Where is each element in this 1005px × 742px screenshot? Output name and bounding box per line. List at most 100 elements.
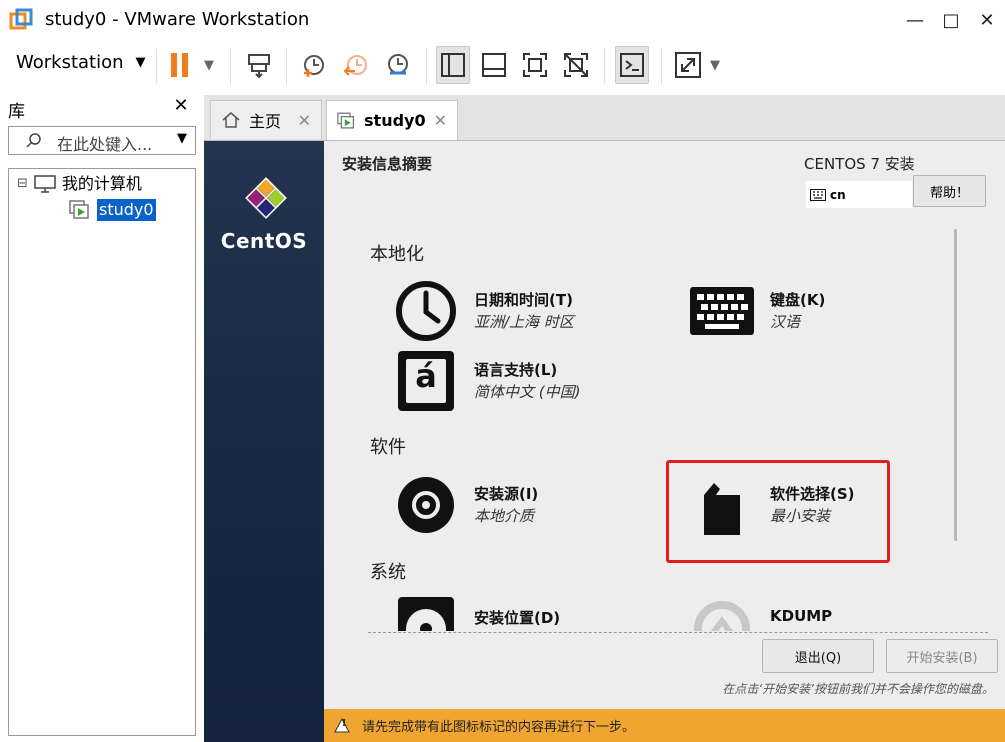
spoke-language-status: 简体中文 (中国)	[474, 383, 581, 401]
terminal-icon	[620, 53, 644, 77]
collapse-toggle-icon[interactable]: ⊟	[17, 173, 28, 195]
tab-home-close-icon[interactable]: ✕	[298, 111, 311, 130]
section-system: 系统	[370, 562, 406, 583]
highlight-box	[666, 460, 890, 563]
warning-bar: ! 请先完成带有此图标标记的内容再进行下一步。	[324, 709, 1005, 742]
help-button[interactable]: 帮助！	[913, 175, 986, 207]
spoke-install-destination[interactable]: 安装位置(D)	[394, 597, 634, 631]
disk-note: 在点击‘开始安装’按钮前我们并不会操作您的磁盘。	[722, 682, 994, 696]
keyboard-small-icon	[810, 188, 826, 201]
stretch-dropdown[interactable]: ▼	[705, 46, 725, 84]
scroll-fade-divider	[368, 632, 988, 633]
spoke-keyboard[interactable]: 键盘(K) 汉语	[690, 279, 930, 349]
spoke-language-name: 语言支持(L)	[474, 361, 558, 379]
spoke-install-source-name: 安装源(I)	[474, 485, 539, 503]
show-thumbnail-bar-button[interactable]	[477, 46, 511, 84]
disc-icon	[398, 477, 454, 533]
snapshot-clock-icon	[304, 55, 324, 77]
maximize-button[interactable]: □	[933, 6, 969, 34]
full-screen-button[interactable]	[518, 46, 552, 84]
library-search-input[interactable]: 在此处键入... ▼	[8, 126, 196, 155]
send-keys-icon	[248, 54, 270, 78]
keyboard-layout-label: cn	[830, 187, 846, 202]
spoke-keyboard-status: 汉语	[770, 313, 801, 331]
clock-icon	[396, 281, 456, 341]
spoke-kdump[interactable]: KDUMP	[690, 597, 930, 631]
spokes-scrollbar[interactable]	[954, 229, 957, 541]
stretch-guest-button[interactable]	[671, 46, 705, 84]
pause-icon	[171, 53, 188, 77]
snapshot-manager-icon	[388, 54, 408, 75]
unity-mode-button[interactable]	[559, 46, 593, 84]
centos-wordmark: CentOS	[220, 229, 308, 253]
warning-text: 请先完成带有此图标标记的内容再进行下一步。	[362, 720, 636, 735]
section-localization: 本地化	[370, 244, 424, 265]
workstation-menu-label: Workstation	[16, 52, 124, 73]
window-title: study0 - VMware Workstation	[45, 9, 310, 30]
thumbnail-bar-icon	[482, 53, 506, 77]
keyboard-icon	[690, 287, 754, 335]
begin-installation-button[interactable]: 开始安装(B)	[886, 639, 998, 673]
spoke-language[interactable]: á 语言支持(L) 简体中文 (中国)	[394, 349, 634, 419]
language-glyph: á	[415, 357, 437, 395]
toolbar-divider	[604, 48, 605, 84]
summary-title: 安装信息摘要	[342, 155, 433, 173]
send-ctrl-alt-del-button[interactable]	[242, 46, 276, 84]
revert-snapshot-icon	[343, 55, 367, 76]
library-panel-icon	[441, 53, 465, 77]
spoke-install-destination-name: 安装位置(D)	[474, 609, 561, 627]
spoke-datetime[interactable]: 日期和时间(T) 亚洲/上海 时区	[394, 279, 634, 349]
search-placeholder: 在此处键入...	[57, 135, 153, 154]
tree-label-study0: study0	[97, 199, 156, 221]
vm-running-icon	[337, 112, 355, 129]
centos-logo-icon	[245, 177, 287, 219]
vmware-logo-icon	[9, 8, 33, 32]
computer-icon	[34, 175, 56, 193]
tree-node-my-computer[interactable]: ⊟ 我的计算机	[17, 173, 142, 195]
spoke-install-source[interactable]: 安装源(I) 本地介质	[394, 473, 634, 543]
quit-button[interactable]: 退出(Q)	[762, 639, 874, 673]
revert-snapshot-button[interactable]	[339, 46, 373, 84]
library-tree: ⊟ 我的计算机 study0	[8, 168, 196, 736]
hard-disk-icon	[398, 597, 454, 631]
centos-sidebar: CentOS	[204, 141, 324, 742]
vm-console[interactable]: CentOS 安装信息摘要 CENTOS 7 安装 cn 帮助！ 本地化 日期和…	[204, 140, 1005, 742]
minimize-button[interactable]: —	[897, 6, 933, 34]
install-title: CENTOS 7 安装	[804, 155, 915, 173]
full-screen-icon	[523, 53, 547, 77]
snapshot-manager-button[interactable]	[381, 46, 415, 84]
show-library-button[interactable]	[436, 46, 470, 84]
section-software: 软件	[370, 437, 406, 458]
search-icon	[26, 133, 41, 148]
tab-home-label: 主页	[249, 112, 282, 131]
library-close-button[interactable]: ✕	[170, 95, 192, 116]
search-dropdown-icon[interactable]: ▼	[177, 131, 187, 146]
title-bar: study0 - VMware Workstation — □ ✕	[0, 0, 1005, 40]
toolbar-divider	[230, 48, 231, 84]
take-snapshot-button[interactable]	[297, 46, 331, 84]
warning-icon-mark: !	[341, 718, 347, 729]
toolbar: Workstation ▼ ▼ ▼	[0, 40, 1005, 90]
library-title: 库	[8, 102, 25, 122]
pause-dropdown[interactable]: ▼	[198, 46, 220, 84]
unity-mode-icon	[564, 53, 588, 77]
spoke-kdump-name: KDUMP	[770, 607, 833, 625]
vm-running-icon	[69, 200, 89, 219]
pause-button[interactable]	[166, 46, 194, 84]
tab-study0[interactable]: study0 ✕	[326, 100, 458, 140]
console-view-button[interactable]	[615, 46, 649, 84]
spoke-install-source-status: 本地介质	[474, 507, 535, 525]
tab-study0-label: study0	[364, 111, 426, 130]
toolbar-divider	[426, 48, 427, 84]
library-panel: 库 ✕ 在此处键入... ▼ ⊟ 我的计算机 study0	[0, 95, 200, 741]
spoke-keyboard-name: 键盘(K)	[770, 291, 826, 309]
tab-home[interactable]: 主页 ✕	[210, 100, 322, 139]
keyboard-layout-indicator[interactable]: cn	[806, 181, 912, 208]
kdump-icon	[694, 601, 750, 631]
tab-study0-close-icon[interactable]: ✕	[434, 111, 447, 130]
workstation-menu[interactable]: Workstation ▼	[6, 48, 156, 78]
chevron-down-icon: ▼	[135, 55, 146, 70]
close-button[interactable]: ✕	[969, 6, 1005, 34]
spoke-datetime-name: 日期和时间(T)	[474, 291, 573, 309]
tree-node-study0[interactable]: study0	[69, 199, 156, 221]
